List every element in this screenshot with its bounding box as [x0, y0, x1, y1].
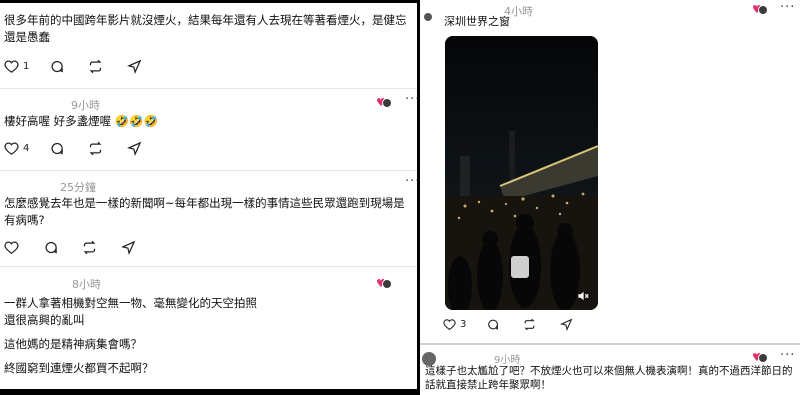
more-icon[interactable]: ··· — [780, 0, 795, 15]
more-icon[interactable]: ··· — [780, 348, 795, 363]
repost-icon — [83, 240, 96, 255]
avatar — [758, 353, 768, 363]
share-button[interactable] — [560, 318, 577, 331]
video-frame — [445, 36, 598, 310]
like-count: 3 — [460, 319, 467, 330]
video-player[interactable] — [445, 36, 598, 310]
divider — [0, 88, 420, 89]
share-button[interactable] — [121, 240, 140, 255]
comment-button[interactable] — [43, 240, 62, 255]
repost-button[interactable] — [88, 141, 107, 156]
divider — [420, 343, 800, 345]
left-thread-panel: 很多年前的中國跨年影片就沒煙火，結果每年還有人去現在等著看煙火，是健忘還是愚蠢 … — [0, 0, 420, 395]
comment-button[interactable] — [486, 318, 503, 331]
post-line: 終國窮到連煙火都買不起啊？ — [4, 361, 154, 375]
avatar — [382, 279, 392, 289]
liked-badge: ♥ — [752, 352, 768, 363]
post-line: 還很高興的亂叫 — [4, 313, 85, 327]
bottom-edge-bar — [0, 389, 420, 395]
share-icon — [560, 318, 573, 331]
repost-icon — [89, 141, 102, 156]
post-line: 一群人拿著相機對空無一物、毫無變化的天空拍照 — [4, 296, 257, 310]
avatar — [382, 98, 392, 108]
post-time: 25分鐘 — [60, 181, 96, 194]
post-actions: 1 — [4, 59, 166, 74]
post-actions: 4 — [4, 141, 166, 156]
divider — [0, 170, 420, 171]
repost-icon — [89, 59, 102, 74]
repost-button[interactable] — [88, 59, 107, 74]
avatar — [758, 5, 768, 15]
like-count: 4 — [23, 143, 30, 154]
liked-badge: ♥ — [376, 97, 392, 108]
comment-button[interactable] — [49, 59, 68, 74]
share-button[interactable] — [127, 59, 146, 74]
comment-icon — [45, 241, 57, 254]
location-tag: 深圳世界之窗 — [444, 15, 510, 28]
like-button[interactable]: 4 — [4, 141, 29, 156]
share-button[interactable] — [127, 141, 146, 156]
comment-button[interactable] — [49, 141, 68, 156]
avatar — [424, 13, 432, 21]
left-edge-bar — [417, 0, 420, 395]
post-text: 怎麼感覺去年也是一樣的新聞啊~每年都出現一樣的事情這些民眾還跑到現場是有病嗎? — [4, 196, 405, 227]
post-time: 9小時 — [71, 99, 100, 112]
heart-icon — [4, 142, 19, 155]
comment-icon — [51, 60, 64, 73]
liked-badge: ♥ — [376, 278, 392, 289]
reply-text: 這樣子也太尷尬了吧？不放煙火也可以來個無人機表演啊！真的不過西洋節日的話就直接禁… — [425, 365, 793, 391]
comment-icon — [51, 142, 64, 155]
like-button[interactable] — [4, 240, 23, 255]
divider — [0, 266, 420, 267]
post-line: 這他媽的是精神病集會嗎？ — [4, 337, 142, 351]
post-text: 樓好高喔 好多盞煙喔 🤣🤣🤣 — [4, 114, 158, 128]
heart-icon — [443, 319, 456, 331]
share-icon — [121, 240, 136, 255]
post-actions: 3 — [443, 318, 597, 331]
repost-button[interactable] — [82, 240, 101, 255]
like-count: 1 — [23, 61, 30, 72]
heart-icon — [4, 241, 19, 254]
post-text: 很多年前的中國跨年影片就沒煙火，結果每年還有人去現在等著看煙火，是健忘還是愚蠢 — [4, 13, 407, 44]
mute-icon[interactable] — [576, 288, 590, 302]
share-icon — [127, 59, 142, 74]
liked-badge: ♥ — [752, 4, 768, 15]
post-time: 8小時 — [72, 278, 101, 291]
comment-icon — [488, 319, 499, 330]
share-icon — [127, 141, 142, 156]
like-button[interactable]: 3 — [443, 318, 466, 331]
like-button[interactable]: 1 — [4, 59, 29, 74]
repost-icon — [524, 318, 535, 331]
heart-icon — [4, 60, 19, 73]
repost-button[interactable] — [523, 318, 540, 331]
post-actions — [4, 240, 160, 255]
top-edge-bar — [0, 0, 420, 3]
